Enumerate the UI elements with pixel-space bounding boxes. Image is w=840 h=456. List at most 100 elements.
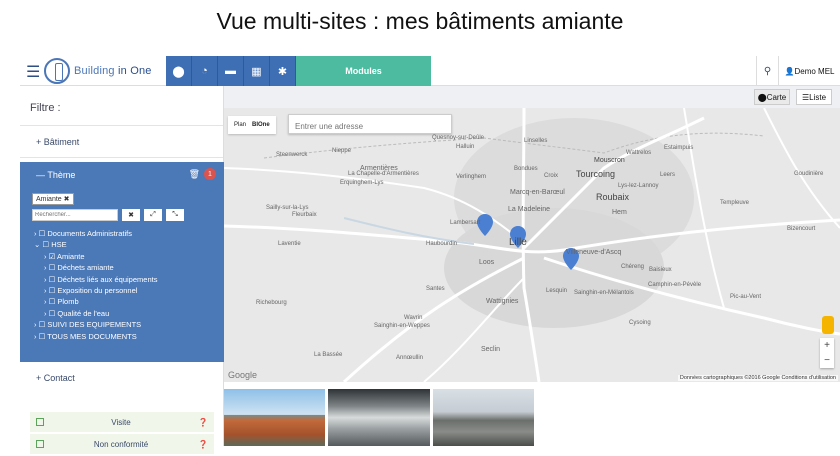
user-label: Demo MEL [794, 66, 835, 76]
map-label-bondues: Bondues [514, 166, 538, 172]
filter-title: Filtre : [20, 86, 223, 126]
map-label-sainghin-melantois: Sainghin-en-Mélantois [574, 290, 634, 296]
map-type-bione[interactable]: BIOne [252, 122, 270, 128]
address-search-input[interactable] [288, 114, 452, 134]
calendar-icon[interactable]: ▦ [244, 56, 270, 86]
map-label-seclin: Seclin [481, 346, 501, 353]
status-legend: Visite ❓ Non conformité ❓ [30, 412, 214, 456]
map-label-roubaix: Roubaix [596, 192, 630, 202]
map-label-templeuve: Templeuve [720, 200, 750, 206]
map-marker-icon[interactable]: ⬤ [166, 56, 192, 86]
trash-icon[interactable]: 🗑 [189, 169, 200, 180]
map-label-verlinghem: Verlinghem [456, 174, 487, 180]
checkbox[interactable] [36, 440, 44, 448]
map-label-lesquin: Lesquin [546, 288, 568, 294]
map-label-erquinghem: Erquinghem-Lys [340, 180, 384, 186]
map-label-tourcoing: Tourcoing [576, 169, 616, 179]
building-photo[interactable] [432, 389, 534, 446]
building-photo[interactable] [328, 389, 430, 446]
map-label-santes: Santes [426, 286, 445, 292]
map-label-comines: Halluin [456, 144, 475, 150]
user-icon: 👤 [784, 66, 795, 76]
building-photos [224, 389, 534, 446]
map-label-bizencourt: Bizencourt [787, 226, 816, 232]
tree-item[interactable]: › ☐ TOUS MES DOCUMENTS [34, 331, 224, 342]
map-label-steenwerck: Steenwerck [276, 152, 308, 158]
modules-button[interactable]: Modules [296, 56, 431, 86]
user-menu[interactable]: 👤 Demo MEL [778, 56, 840, 86]
tree-item[interactable]: › ☐ SUIVI DES EQUIPEMENTS [34, 319, 224, 330]
map-label-annoeullin: Annœullin [396, 355, 424, 361]
theme-header[interactable]: — Thème 🗑 1 [20, 162, 224, 188]
nav-icon-group: ⬤ ◔ ▬ ▦ ✱ [166, 56, 296, 86]
tree-item[interactable]: › ☐ Exposition du personnel [34, 285, 224, 296]
map-type-control[interactable]: Plan BIOne [228, 116, 276, 134]
tab-carte[interactable]: ⬤ Carte [754, 89, 790, 105]
map-label-englos: Haubourdin [426, 241, 458, 247]
slide-title: Vue multi-sites : mes bâtiments amiante [216, 8, 624, 34]
folder-icon[interactable]: ▬ [218, 56, 244, 86]
tab-liste[interactable]: ☰ Liste [796, 89, 832, 105]
map-label-lannoy: Lys-lez-Lannoy [618, 183, 659, 189]
tree-item[interactable]: › ☐ Documents Administratifs [34, 228, 224, 239]
tab-liste-label: Liste [809, 92, 827, 102]
tree-item[interactable]: › ☐ Déchets amiante [34, 262, 224, 273]
map-view[interactable]: Tourcoing Mouscron Roubaix Lille Villene… [224, 108, 840, 382]
street-view-pegman-icon[interactable] [822, 316, 834, 334]
gear-icon[interactable]: ✱ [270, 56, 296, 86]
map-attribution[interactable]: Données cartographiques ©2016 Google Con… [677, 375, 838, 381]
legend-row-visite[interactable]: Visite ❓ [30, 412, 214, 432]
checkbox[interactable] [36, 418, 44, 426]
batiment-filter-toggle[interactable]: + Bâtiment [20, 126, 223, 158]
search-icon[interactable]: ⚲ [756, 56, 778, 86]
map-label-wattignies: Wattignies [486, 298, 519, 305]
contact-filter-toggle[interactable]: + Contact [20, 368, 224, 392]
app-logo[interactable]: Building in One [44, 58, 184, 84]
map-label-chapelle: La Chapelle-d'Armentières [348, 171, 419, 177]
expand-all-icon[interactable]: ⤢ [144, 209, 162, 221]
building-photo[interactable] [224, 389, 326, 446]
legend-row-non-conformite[interactable]: Non conformité ❓ [30, 434, 214, 454]
map-label-leers: Leers [660, 172, 676, 178]
map-label-nieppe: Nieppe [332, 148, 352, 154]
theme-label: Thème [47, 170, 76, 180]
logo-text: Building in One [74, 65, 152, 77]
help-icon[interactable]: ❓ [198, 440, 208, 449]
legend-label: Visite [111, 417, 131, 427]
collapse-all-icon[interactable]: ⤡ [166, 209, 184, 221]
map-label-quesnoy: Quesnoy-sur-Deûle [432, 135, 485, 141]
tree-item[interactable]: › ☑ Amiante [34, 251, 224, 262]
hamburger-menu-icon[interactable]: ☰ [26, 62, 40, 82]
tree-item[interactable]: ⌄ ☐ HSE [34, 239, 224, 250]
tree-item[interactable]: › ☐ Déchets liés aux équipements [34, 274, 224, 285]
map-label-richebourg: Richebourg [256, 300, 287, 306]
map-type-plan[interactable]: Plan [234, 122, 246, 128]
map-label-lille: Lille [509, 237, 527, 248]
theme-tree: › ☐ Documents Administratifs ⌄ ☐ HSE › ☑… [20, 222, 224, 342]
theme-search-input[interactable] [32, 209, 118, 221]
tree-item[interactable]: › ☐ Qualité de l'eau [34, 308, 224, 319]
map-label-cysoing: Cysoing [629, 320, 651, 326]
clear-search-icon[interactable]: ✖ [122, 209, 140, 221]
map-label-camphin: Camphin-en-Pévèle [648, 282, 702, 288]
map-label-wattrelos: Wattrelos [626, 150, 652, 156]
map-label-wavrin: Wavrin [404, 315, 423, 321]
zoom-out-icon[interactable]: − [820, 353, 834, 368]
dashboard-icon[interactable]: ◔ [192, 56, 218, 86]
active-filter-tag[interactable]: Amiante ✖ [32, 193, 74, 205]
map-label-sailly: Sailly-sur-la-Lys [266, 205, 309, 211]
batiment-label: Bâtiment [43, 137, 80, 147]
zoom-in-icon[interactable]: + [820, 338, 834, 353]
help-icon[interactable]: ❓ [198, 418, 208, 427]
filter-sidebar: Filtre : + Bâtiment — Thème 🗑 1 Amiante … [20, 86, 224, 454]
map-label-laventie: Laventie [278, 241, 301, 247]
theme-count-badge: 1 [204, 168, 216, 180]
list-icon: ☰ [801, 92, 810, 102]
map-label-marcq: Marcq-en-Barœul [510, 189, 565, 196]
zoom-control[interactable]: + − [820, 338, 834, 368]
tree-item[interactable]: › ☐ Plomb [34, 296, 224, 307]
map-label-estaimpuis: Estaimpuis [664, 145, 694, 151]
map-label-goudiniere: Goudinière [794, 171, 824, 177]
map-label-linselles: Linselles [524, 138, 548, 144]
map-label-pic: Pic-au-Vent [730, 294, 762, 300]
